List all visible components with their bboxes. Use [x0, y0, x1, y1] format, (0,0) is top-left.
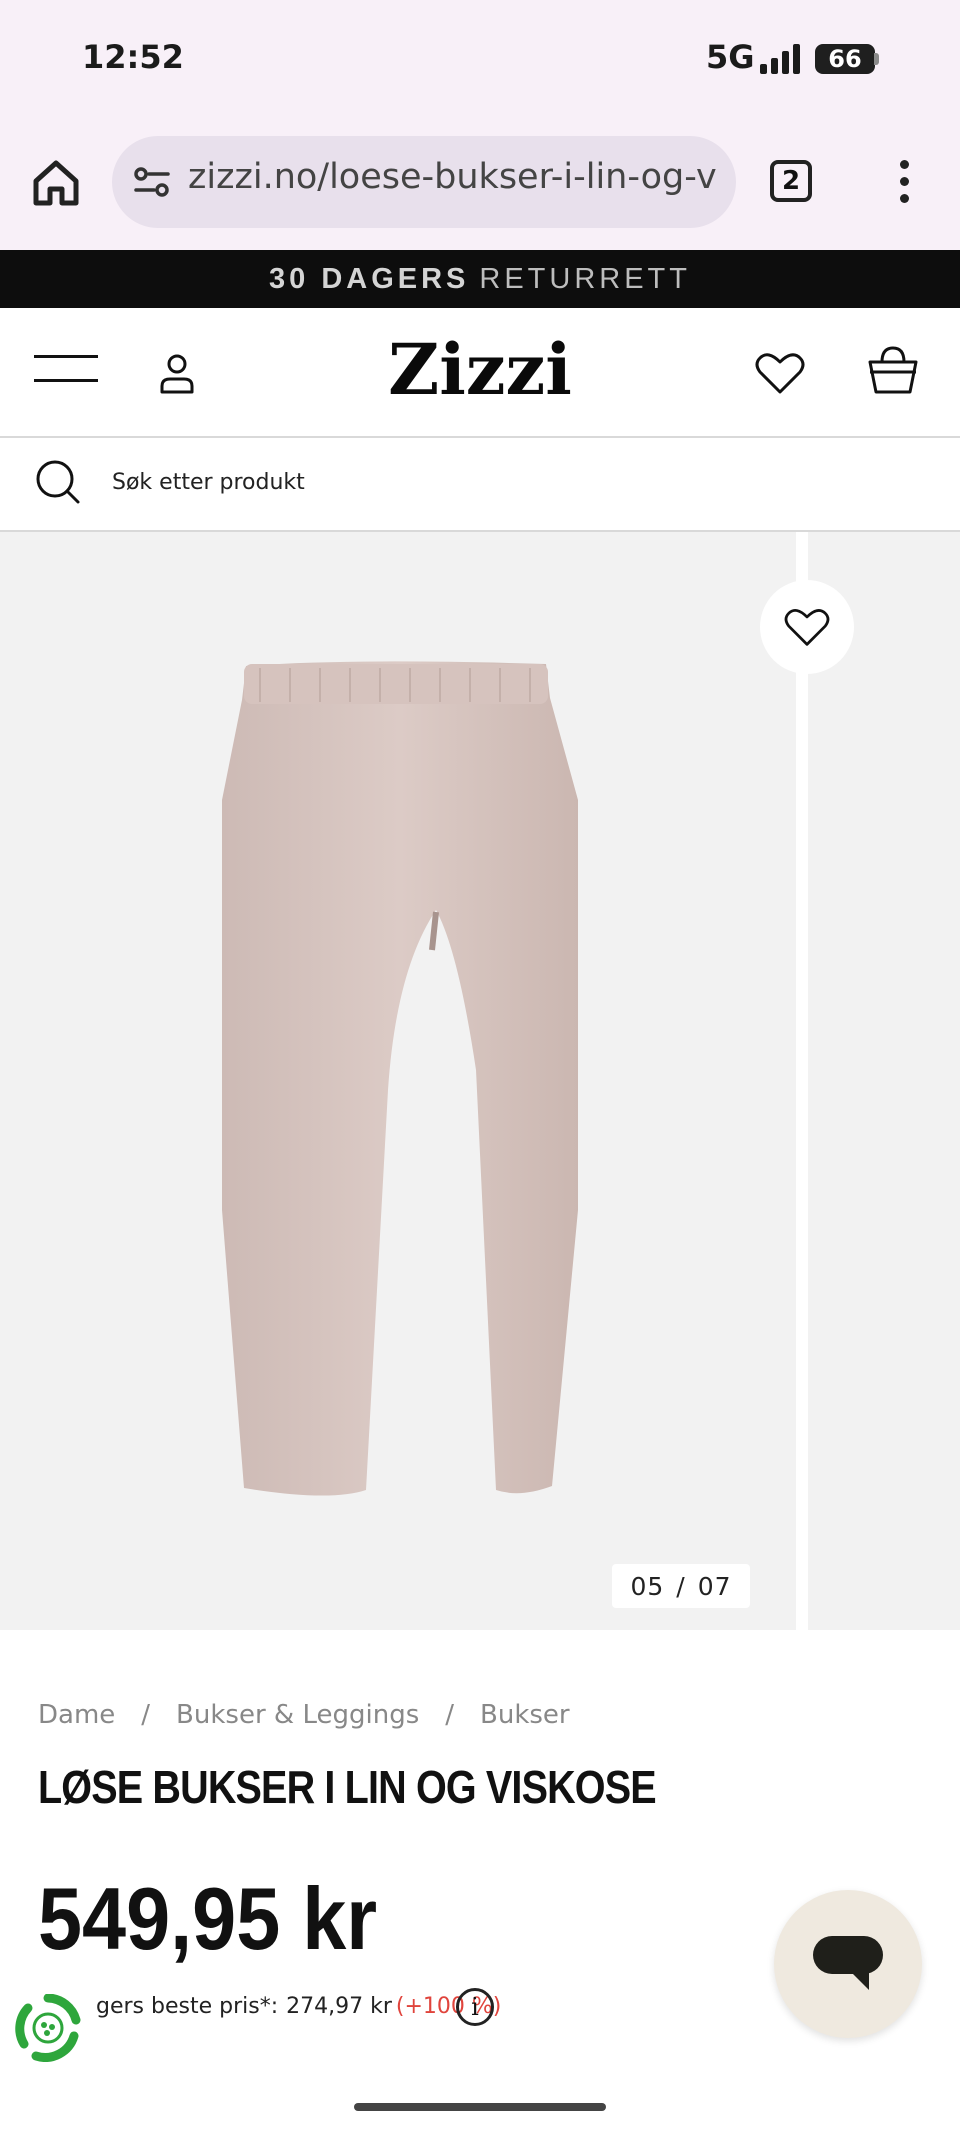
chat-button[interactable] [774, 1890, 922, 2038]
lowest-price-value: 274,97 kr [286, 1994, 392, 2019]
tab-switcher-button[interactable]: 2 [770, 160, 812, 202]
hamburger-menu-icon[interactable] [34, 355, 98, 383]
site-logo[interactable]: Zizzi [380, 330, 580, 410]
search-input[interactable]: Søk etter produkt [112, 470, 305, 495]
wishlist-heart-icon[interactable] [754, 350, 806, 396]
add-to-favorites-button[interactable] [760, 580, 854, 674]
lowest-price-info: gers beste pris*: 274,97 kr (+100 %) [96, 1994, 501, 2019]
battery-tip [874, 53, 879, 65]
image-counter-total: 07 [697, 1571, 732, 1601]
image-counter-separator: / [676, 1571, 686, 1601]
status-time: 12:52 [82, 38, 184, 76]
promo-bold: 30 DAGERS [269, 262, 470, 295]
home-icon[interactable] [28, 155, 84, 211]
breadcrumb-separator: / [141, 1700, 151, 1730]
search-icon[interactable] [34, 458, 82, 506]
chat-bubble-icon [813, 1936, 883, 1990]
next-image-slide[interactable] [808, 532, 960, 1630]
site-settings-icon[interactable] [132, 162, 172, 202]
heart-icon [784, 609, 830, 646]
breadcrumb-dame[interactable]: Dame [38, 1700, 115, 1730]
account-icon[interactable] [158, 352, 196, 394]
battery-icon: 66 [815, 44, 875, 74]
breadcrumb-separator: / [445, 1700, 455, 1730]
signal-icon [760, 44, 800, 74]
browser-menu-icon[interactable] [896, 160, 912, 206]
image-counter-current: 05 [630, 1571, 665, 1601]
network-type: 5G [706, 38, 755, 76]
image-counter: 05 / 07 [612, 1564, 750, 1608]
product-title: LØSE BUKSER I LIN OG VISKOSE [38, 1761, 657, 1813]
promo-banner[interactable]: 30 DAGERS RETURRETT [0, 250, 960, 308]
lowest-price-label: gers beste pris*: [96, 1994, 279, 2019]
info-icon[interactable]: i [456, 1988, 494, 2026]
eco-recycle-icon[interactable] [14, 1994, 82, 2062]
breadcrumb-bukser[interactable]: Bukser [480, 1700, 570, 1730]
product-price: 549,95 kr [38, 1869, 378, 1968]
url-text[interactable]: zizzi.no/loese-bukser-i-lin-og-viskose [188, 157, 718, 207]
shopping-bag-icon[interactable] [866, 344, 920, 396]
product-image-pants [222, 661, 578, 1496]
promo-text: RETURRETT [479, 262, 691, 295]
breadcrumb-bukser-leggings[interactable]: Bukser & Leggings [176, 1700, 419, 1730]
breadcrumb: Dame / Bukser & Leggings / Bukser [38, 1700, 596, 1730]
home-indicator[interactable] [354, 2103, 606, 2111]
